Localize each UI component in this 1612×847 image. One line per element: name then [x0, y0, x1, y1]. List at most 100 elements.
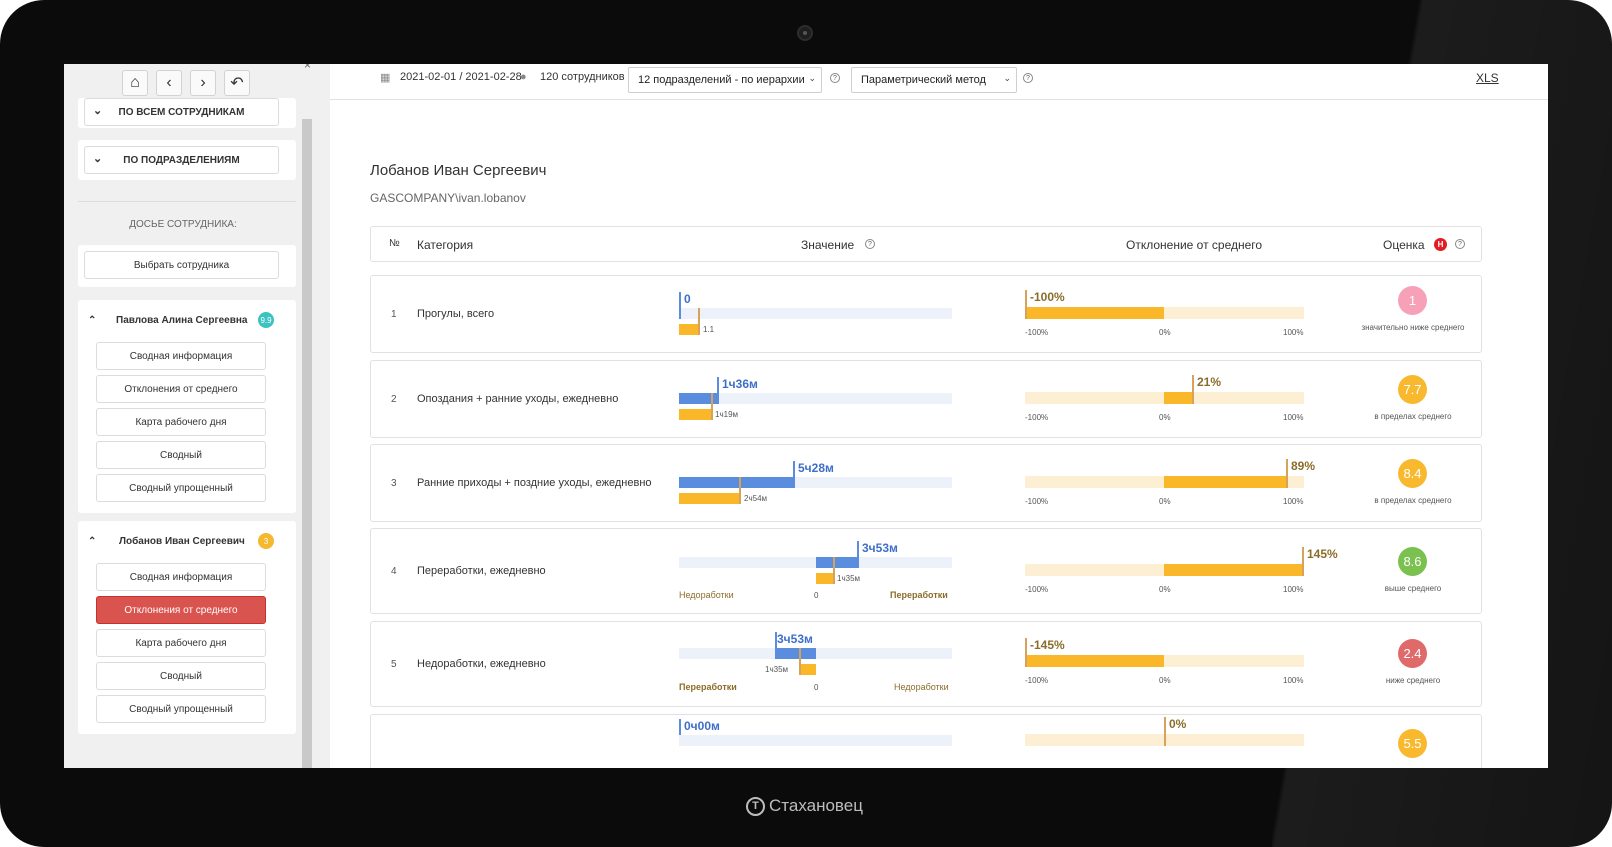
table-row: 4 Переработки, ежедневно 3ч53м 1ч35м Нед… [370, 528, 1482, 614]
header-no: № [389, 238, 400, 249]
deviation-marker [1025, 290, 1027, 319]
deviation-fill [1026, 655, 1164, 667]
header-category: Категория [417, 238, 474, 252]
deviation-bar: 89% -100% 0% 100% [1025, 459, 1315, 519]
group-all-employees[interactable]: ⌄ ПО ВСЕМ СОТРУДНИКАМ [84, 98, 279, 126]
employee-header[interactable]: ⌃ Лобанов Иван Сергеевич [84, 526, 279, 556]
sidebar-nav-icons: ⌂ ‹ › ↶ [122, 70, 250, 96]
menu-workday-map[interactable]: Карта рабочего дня [96, 629, 266, 657]
deviation-fill [1164, 564, 1304, 576]
value-label: 1ч36м [722, 377, 758, 391]
help-icon[interactable]: ? [830, 73, 840, 83]
menu-deviations-active[interactable]: Отклонения от среднего [96, 596, 266, 624]
row-number: 5 [391, 659, 397, 670]
average-bar [679, 493, 739, 504]
score-text: в пределах среднего [1374, 412, 1452, 421]
deviation-bar: 0% [1025, 717, 1305, 768]
score-circle: 8.4 [1398, 459, 1427, 488]
group-card-all: ⌄ ПО ВСЕМ СОТРУДНИКАМ [78, 98, 296, 128]
main-gutter [316, 64, 330, 768]
value-track [679, 735, 952, 746]
value-fill [775, 648, 816, 659]
table-row: 2 Опоздания + ранние уходы, ежедневно 1ч… [370, 360, 1482, 438]
undo-icon[interactable]: ↶ [224, 70, 250, 96]
device-frame: Т Стахановец × ⌂ ‹ › ↶ ⌄ ПО ВСЕМ СОТРУДН… [0, 0, 1612, 847]
departments-select[interactable]: 12 подразделений - по иерархии ⌄ [628, 67, 822, 93]
value-fill [816, 557, 857, 568]
row-number: 3 [391, 478, 397, 489]
value-marker [857, 541, 859, 568]
chevron-down-icon: ⌄ [1003, 73, 1011, 83]
score-text: выше среднего [1384, 584, 1442, 593]
group-card-departments: ⌄ ПО ПОДРАЗДЕЛЕНИЯМ [78, 140, 296, 180]
tick-zero: 0% [1159, 585, 1171, 594]
row-category: Переработки, ежедневно [417, 565, 546, 577]
help-icon[interactable]: ? [865, 239, 875, 249]
row-category: Опоздания + ранние уходы, ежедневно [417, 393, 619, 405]
axis-left-label: Переработки [679, 682, 737, 692]
value-marker [793, 461, 795, 488]
menu-deviations[interactable]: Отклонения от среднего [96, 375, 266, 403]
employee-header[interactable]: ⌃ Павлова Алина Сергеевна [84, 305, 279, 335]
average-bar [679, 324, 698, 335]
score-text: значительно ниже среднего [1361, 323, 1465, 332]
method-select[interactable]: Параметрический метод ⌄ [851, 67, 1017, 93]
deviation-bar: -145% -100% 0% 100% [1025, 638, 1305, 698]
forward-icon[interactable]: › [190, 70, 216, 96]
score-circle: 1 [1398, 286, 1427, 315]
average-label: 1ч19м [715, 410, 739, 419]
employee-score-badge: 9.9 [258, 312, 274, 328]
sidebar-close-button[interactable]: × [304, 64, 311, 72]
value-label: 3ч53м [862, 541, 898, 555]
score-circle: 8.6 [1398, 547, 1427, 576]
menu-summary-simple[interactable]: Сводный упрощенный [96, 695, 266, 723]
help-icon[interactable]: ? [1455, 239, 1465, 249]
value-label: 5ч28м [798, 461, 834, 475]
average-marker [833, 557, 835, 584]
row-category: Прогулы, всего [417, 308, 495, 320]
tick-plus-100: 100% [1283, 328, 1304, 337]
deviation-bar: 21% -100% 0% 100% [1025, 375, 1305, 435]
help-icon[interactable]: ? [1023, 73, 1033, 83]
average-bar [799, 664, 816, 675]
menu-summary-info[interactable]: Сводная информация [96, 563, 266, 591]
header-score: Оценка [1383, 238, 1425, 252]
row-category: Ранние приходы + поздние уходы, ежедневн… [417, 477, 652, 489]
sidebar-scrollbar[interactable] [302, 119, 312, 768]
menu-summary[interactable]: Сводный [96, 441, 266, 469]
deviation-label: 21% [1197, 375, 1222, 389]
deviation-marker [1164, 717, 1166, 746]
toolbar: ▦ 2021-02-01 / 2021-02-28 ● 120 сотрудни… [330, 64, 1548, 100]
axis-right-label: Недоработки [894, 682, 949, 692]
table-row: 1 Прогулы, всего 0 1.1 -100% -100% 0% 10… [370, 275, 1482, 353]
menu-summary[interactable]: Сводный [96, 662, 266, 690]
deviation-marker [1025, 638, 1027, 667]
xls-export-link[interactable]: XLS [1476, 71, 1499, 85]
average-marker [711, 393, 713, 420]
group-by-departments[interactable]: ⌄ ПО ПОДРАЗДЕЛЕНИЯМ [84, 146, 279, 174]
select-employee-button[interactable]: Выбрать сотрудника [84, 251, 279, 279]
score-text: ниже среднего [1385, 676, 1441, 685]
tick-minus-100: -100% [1025, 676, 1049, 685]
deviation-bar: -100% -100% 0% 100% [1025, 290, 1305, 350]
method-select-value: Параметрический метод [861, 74, 986, 86]
deviation-label: -100% [1030, 290, 1065, 304]
brand-logo: Т Стахановец [746, 796, 863, 816]
menu-summary-info[interactable]: Сводная информация [96, 342, 266, 370]
tick-minus-100: -100% [1025, 497, 1049, 506]
chevron-down-icon: ⌄ [808, 73, 816, 83]
employee-title: Лобанов Иван Сергеевич [370, 162, 547, 179]
employee-card-pavlova: ⌃ Павлова Алина Сергеевна 9.9 Сводная ин… [78, 300, 296, 513]
home-icon[interactable]: ⌂ [122, 70, 148, 96]
back-icon[interactable]: ‹ [156, 70, 182, 96]
tick-zero: 0% [1159, 497, 1171, 506]
tick-minus-100: -100% [1025, 413, 1049, 422]
header-deviation: Отклонение от среднего [1126, 238, 1263, 252]
average-label: 1ч35м [837, 574, 861, 583]
menu-summary-simple[interactable]: Сводный упрощенный [96, 474, 266, 502]
employee-name: Лобанов Иван Сергеевич [119, 535, 245, 547]
menu-workday-map[interactable]: Карта рабочего дня [96, 408, 266, 436]
departments-select-value: 12 подразделений - по иерархии [638, 74, 805, 86]
score-circle: 5.5 [1398, 729, 1427, 758]
value-fill [679, 477, 793, 488]
